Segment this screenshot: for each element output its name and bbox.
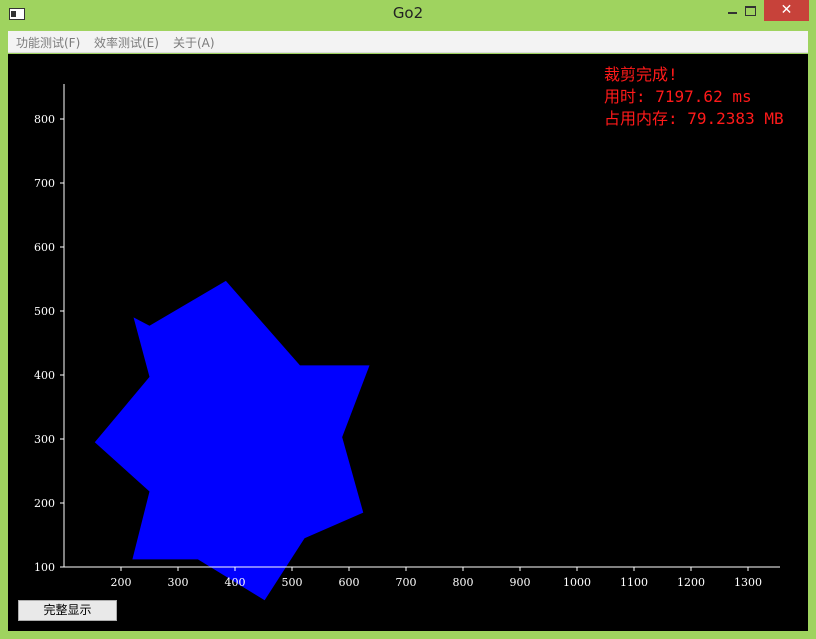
x-tick-label: 1200 — [677, 576, 705, 589]
status-time: 用时: 7197.62 ms — [604, 87, 752, 106]
x-tick-label: 1100 — [620, 576, 648, 589]
menu-bar: 功能测试(F) 效率测试(E) 关于(A) — [8, 31, 808, 53]
app-window: Go2 ✕ 功能测试(F) 效率测试(E) 关于(A) 200 300 400 500… — [0, 0, 816, 639]
x-tick-label: 200 — [111, 576, 132, 589]
y-tick-label: 400 — [34, 369, 55, 382]
maximize-icon[interactable] — [737, 0, 763, 21]
x-tick-label: 400 — [225, 576, 246, 589]
menu-about[interactable]: 关于(A) — [173, 34, 215, 51]
status-memory: 占用内存: 79.2383 MB — [604, 109, 784, 128]
status-panel: 裁剪完成! 用时: 7197.62 ms 占用内存: 79.2383 MB — [604, 64, 784, 130]
x-tick-label: 500 — [282, 576, 303, 589]
menu-function-test[interactable]: 功能测试(F) — [16, 34, 80, 51]
drawing-canvas[interactable]: 200 300 400 500 600 700 800 900 1000 1100 1200 1300… — [8, 54, 808, 631]
show-all-button[interactable]: 完整显示 — [18, 600, 117, 621]
title-bar[interactable]: Go2 ✕ — [0, 0, 816, 30]
x-tick-label: 300 — [168, 576, 189, 589]
x-tick-label: 1000 — [563, 576, 591, 589]
y-tick-label: 700 — [34, 177, 55, 190]
status-done: 裁剪完成! — [604, 65, 678, 84]
y-tick-label: 500 — [34, 305, 55, 318]
y-tick-label: 300 — [34, 433, 55, 446]
window-title: Go2 — [392, 4, 424, 22]
x-tick-label: 700 — [396, 576, 417, 589]
y-tick-label: 600 — [34, 241, 55, 254]
clipped-polygon — [94, 280, 370, 601]
x-tick-label: 900 — [510, 576, 531, 589]
menu-efficiency-test[interactable]: 效率测试(E) — [94, 34, 159, 51]
polygon-plot: 200 300 400 500 600 700 800 900 1000 1100 1200 1300… — [34, 84, 780, 601]
y-tick-label: 800 — [34, 113, 55, 126]
close-icon[interactable]: ✕ — [764, 0, 809, 21]
x-tick-label: 600 — [339, 576, 360, 589]
x-tick-label: 1300 — [734, 576, 762, 589]
y-tick-label: 100 — [34, 561, 55, 574]
x-tick-label: 800 — [453, 576, 474, 589]
y-tick-label: 200 — [34, 497, 55, 510]
